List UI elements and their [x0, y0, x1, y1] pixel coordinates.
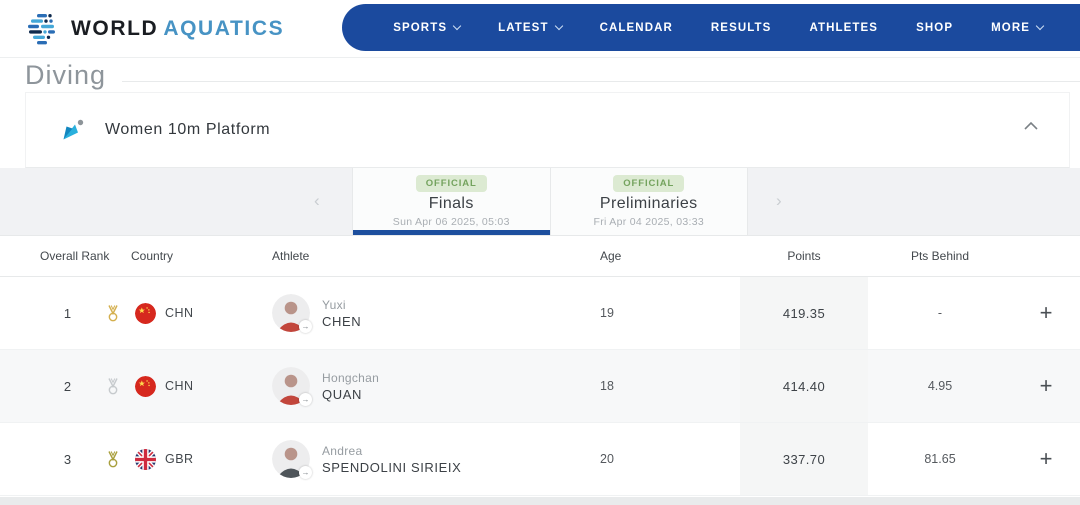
avatar-badge-icon: → — [299, 466, 312, 479]
pts-behind-value: - — [868, 277, 1012, 349]
age-value: 18 — [597, 350, 740, 422]
points-value: 337.70 — [740, 423, 868, 495]
medal-cell — [95, 350, 131, 422]
expand-row-button[interactable]: + — [1040, 375, 1053, 397]
athlete-avatar: → — [272, 440, 310, 478]
age-value: 20 — [597, 423, 740, 495]
page-title-row: Diving — [0, 58, 1080, 92]
rank-value: 1 — [40, 277, 95, 349]
chevron-down-icon — [1036, 22, 1044, 30]
flag-chn-icon — [135, 376, 156, 397]
page-title: Diving — [25, 60, 106, 91]
world-aquatics-results-page: WORLDAQUATICS SPORTSLATESTCALENDARRESULT… — [0, 0, 1080, 505]
official-badge: OFFICIAL — [416, 175, 487, 192]
athlete-avatar: → — [272, 294, 310, 332]
chevron-down-icon — [554, 22, 562, 30]
nav-item-athletes[interactable]: ATHLETES — [790, 22, 897, 34]
chevron-left-icon[interactable]: ‹ — [314, 192, 320, 209]
pts-behind-value: 4.95 — [868, 350, 1012, 422]
world-aquatics-logo-icon — [24, 11, 60, 47]
medal-cell — [95, 277, 131, 349]
athlete-last-name: CHEN — [322, 314, 361, 329]
bottom-strip — [0, 497, 1080, 505]
title-divider — [122, 81, 1080, 82]
tab-label: Preliminaries — [551, 195, 748, 213]
nav-item-sports[interactable]: SPORTS — [374, 22, 479, 34]
tab-date: Fri Apr 04 2025, 03:33 — [551, 216, 748, 228]
medal-icon — [103, 303, 123, 323]
results-table: Overall Rank Country Athlete Age Points … — [0, 235, 1080, 496]
country-code: CHN — [165, 306, 194, 320]
chevron-up-icon[interactable] — [1023, 121, 1039, 131]
event-card[interactable]: Women 10m Platform — [25, 92, 1070, 168]
column-header-athlete: Athlete — [272, 249, 597, 263]
athlete-first-name: Hongchan — [322, 371, 379, 385]
expand-row-button[interactable]: + — [1040, 448, 1053, 470]
athlete-first-name: Yuxi — [322, 298, 361, 312]
table-row: 3 — [0, 423, 1080, 496]
world-aquatics-logo[interactable]: WORLDAQUATICS — [24, 11, 284, 47]
nav-item-calendar[interactable]: CALENDAR — [581, 22, 692, 34]
table-header-row: Overall Rank Country Athlete Age Points … — [0, 235, 1080, 277]
column-header-age: Age — [597, 249, 740, 263]
main-nav: SPORTSLATESTCALENDARRESULTSATHLETESSHOPM… — [342, 4, 1080, 51]
tab-preliminaries[interactable]: OFFICIAL Preliminaries Fri Apr 04 2025, … — [550, 168, 748, 235]
country-cell: CHN — [131, 277, 272, 349]
chevron-right-icon[interactable]: › — [776, 192, 782, 209]
session-tabs: OFFICIAL Finals Sun Apr 06 2025, 05:03 O… — [352, 168, 748, 235]
points-value: 419.35 — [740, 277, 868, 349]
logo-text-world: WORLD — [71, 17, 158, 40]
country-code: CHN — [165, 379, 194, 393]
tab-date: Sun Apr 06 2025, 05:03 — [353, 216, 550, 228]
column-header-pts-behind: Pts Behind — [868, 249, 1012, 263]
athlete-cell[interactable]: → Andrea SPENDOLINI SIRIEIX — [272, 423, 597, 495]
athlete-cell[interactable]: → Hongchan QUAN — [272, 350, 597, 422]
avatar-badge-icon: → — [299, 320, 312, 333]
column-header-country: Country — [131, 249, 272, 263]
nav-item-more[interactable]: MORE — [972, 22, 1062, 34]
table-row: 2 — [0, 350, 1080, 423]
points-value: 414.40 — [740, 350, 868, 422]
flag-chn-icon — [135, 303, 156, 324]
medal-icon — [103, 449, 123, 469]
athlete-last-name: SPENDOLINI SIRIEIX — [322, 460, 461, 475]
rank-value: 2 — [40, 350, 95, 422]
age-value: 19 — [597, 277, 740, 349]
flag-gbr-icon — [135, 449, 156, 470]
pts-behind-value: 81.65 — [868, 423, 1012, 495]
logo-text-aquatics: AQUATICS — [163, 17, 284, 40]
medal-cell — [95, 423, 131, 495]
table-body: 1 — [0, 277, 1080, 496]
official-badge: OFFICIAL — [613, 175, 684, 192]
country-cell: CHN — [131, 350, 272, 422]
column-header-points: Points — [740, 249, 868, 263]
athlete-first-name: Andrea — [322, 444, 461, 458]
country-code: GBR — [165, 452, 194, 466]
tab-finals[interactable]: OFFICIAL Finals Sun Apr 06 2025, 05:03 — [353, 168, 550, 235]
top-header: WORLDAQUATICS SPORTSLATESTCALENDARRESULT… — [0, 0, 1080, 58]
nav-item-latest[interactable]: LATEST — [479, 22, 580, 34]
diving-icon — [59, 116, 87, 144]
athlete-avatar: → — [272, 367, 310, 405]
nav-item-shop[interactable]: SHOP — [897, 22, 972, 34]
medal-icon — [103, 376, 123, 396]
chevron-down-icon — [453, 22, 461, 30]
expand-row-button[interactable]: + — [1040, 302, 1053, 324]
column-header-overall-rank: Overall Rank — [40, 249, 131, 263]
tab-label: Finals — [353, 195, 550, 213]
table-row: 1 — [0, 277, 1080, 350]
event-title: Women 10m Platform — [105, 121, 270, 139]
athlete-cell[interactable]: → Yuxi CHEN — [272, 277, 597, 349]
avatar-badge-icon: → — [299, 393, 312, 406]
athlete-last-name: QUAN — [322, 387, 379, 402]
session-tabs-strip: ‹ › OFFICIAL Finals Sun Apr 06 2025, 05:… — [0, 168, 1080, 235]
rank-value: 3 — [40, 423, 95, 495]
country-cell: GBR — [131, 423, 272, 495]
nav-item-results[interactable]: RESULTS — [692, 22, 791, 34]
